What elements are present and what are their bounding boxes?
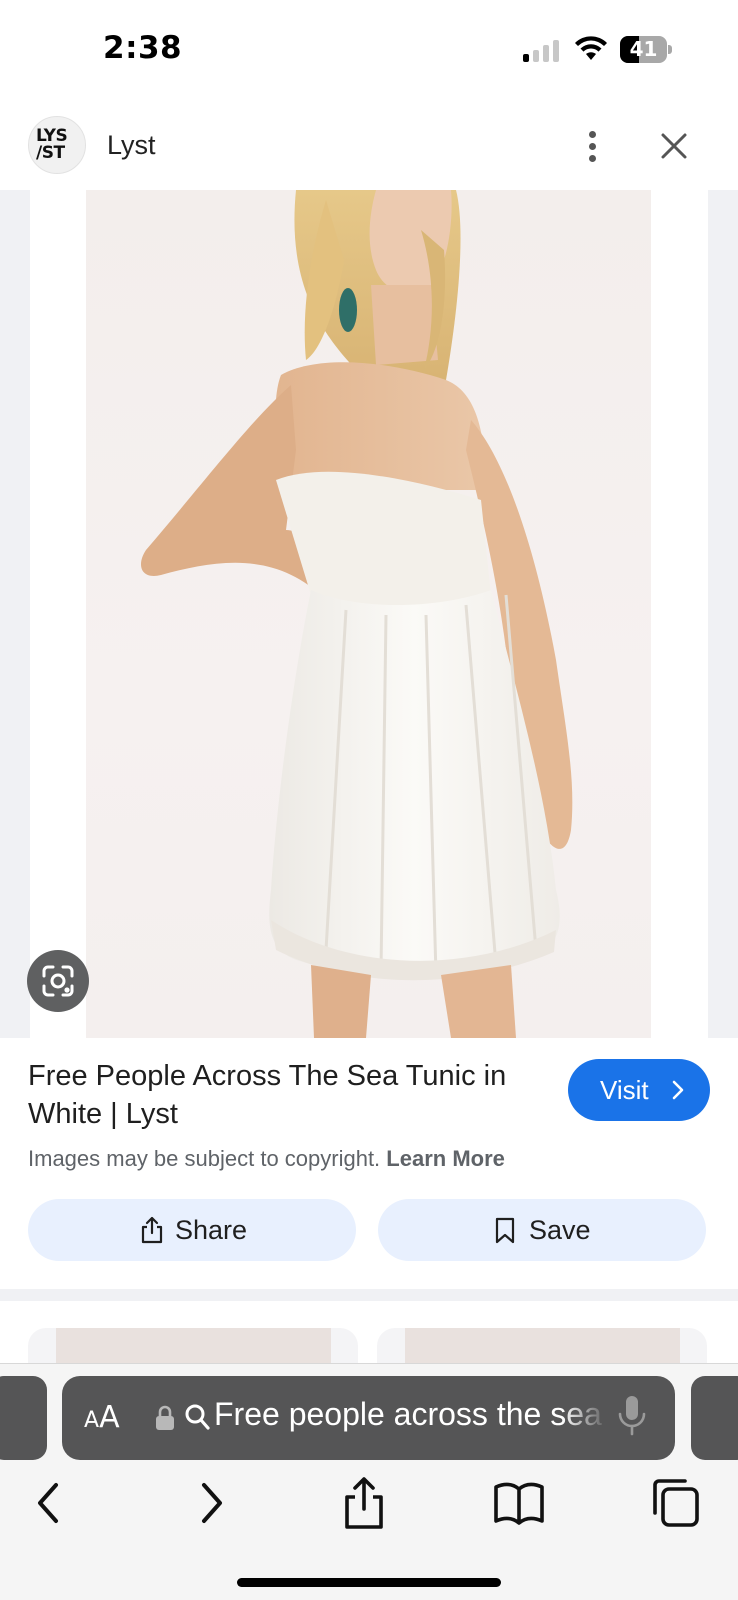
visit-button[interactable]: Visit [568,1059,710,1121]
next-tab-preview[interactable] [691,1376,738,1460]
image-viewer [0,190,738,1038]
bookmarks-icon[interactable] [491,1475,547,1531]
site-name[interactable]: Lyst [107,130,156,161]
search-icon [185,1404,210,1430]
google-lens-glyph [42,965,74,997]
address-bar[interactable]: AA Free people across the sea [62,1376,675,1460]
visit-label: Visit [600,1075,649,1105]
aa-small: A [84,1408,100,1433]
page-settings-button[interactable]: AA [84,1400,120,1435]
chevron-right-icon [672,1080,684,1100]
lock-icon [156,1405,174,1430]
learn-more-link[interactable]: Learn More [386,1146,505,1171]
url-fade [562,1386,608,1450]
share-icon [141,1216,163,1244]
battery-level: 41 [629,37,658,61]
google-lens-icon[interactable] [27,950,89,1012]
save-button[interactable]: Save [378,1199,706,1261]
share-button[interactable]: Share [28,1199,356,1261]
previous-tab-preview[interactable] [0,1376,47,1460]
product-photo[interactable] [86,190,651,1038]
image-frame [30,190,708,1038]
copyright-text: Images may be subject to copyright. [28,1146,381,1171]
home-indicator [237,1578,501,1587]
forward-icon[interactable] [183,1475,239,1531]
microphone-icon[interactable] [617,1394,647,1440]
close-icon[interactable] [654,126,694,166]
wifi-icon [575,36,607,60]
tabs-icon[interactable] [647,1475,703,1531]
share-icon[interactable] [336,1475,392,1531]
status-time: 2:38 [103,30,183,66]
bookmark-icon [495,1217,515,1244]
site-logo[interactable]: LYS/ST [28,116,86,174]
aa-big: A [99,1400,120,1435]
url-field[interactable]: Free people across the sea [214,1396,606,1433]
save-label: Save [529,1215,591,1245]
more-vertical-icon[interactable] [578,127,608,167]
share-label: Share [175,1215,248,1245]
signal-icon [523,38,561,62]
product-photo-art [141,190,573,1038]
section-divider [0,1289,738,1301]
status-bar: 2:38 41 [0,0,738,100]
result-title[interactable]: Free People Across The Sea Tunic in Whit… [28,1057,548,1133]
battery-icon: 41 [620,36,672,63]
source-header: LYS/ST Lyst [0,110,738,190]
site-logo-text: LYS/ST [36,126,68,163]
back-icon[interactable] [21,1475,77,1531]
copyright-notice: Images may be subject to copyright. Lear… [28,1146,505,1172]
